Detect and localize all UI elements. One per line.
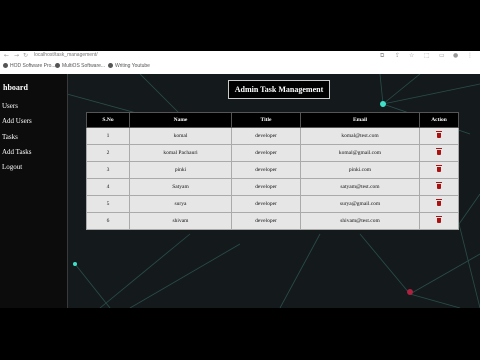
url-text[interactable]: localhost/task_management/ <box>34 52 98 58</box>
cell-title: developer <box>231 195 301 213</box>
browser-chrome: ← → ↻ localhost/task_management/ ⧉ ⇪ ☆ ⬚… <box>0 51 480 74</box>
table-row: 4 Satyam developer satyam@test.com <box>86 178 459 196</box>
sidebar-item-users[interactable]: Users <box>2 102 18 110</box>
cell-action <box>419 161 459 179</box>
globe-icon <box>108 63 113 69</box>
node-dot <box>407 289 413 295</box>
cell-email: satyam@test.com <box>300 178 420 196</box>
sidebar-title: hboard <box>3 83 28 92</box>
cell-action <box>419 195 459 213</box>
node-dot <box>73 262 77 266</box>
table-row: 1 komal developer komal@test.com <box>86 127 459 145</box>
cell-sno: 5 <box>86 195 130 213</box>
cell-email: komal@gmail.com <box>300 144 420 162</box>
bookmark-item[interactable]: Writing Youtube <box>108 63 150 70</box>
sidebar-item-add-tasks[interactable]: Add Tasks <box>2 148 32 156</box>
cell-name: Satyam <box>129 178 232 196</box>
cell-action <box>419 127 459 145</box>
app-area: hboard Users Add Users Tasks Add Tasks L… <box>0 74 480 308</box>
cell-action <box>419 178 459 196</box>
cell-title: developer <box>231 144 301 162</box>
bookmark-label: MultiOS Software... <box>62 63 106 69</box>
cell-sno: 2 <box>86 144 130 162</box>
bookmarks-bar: HOD Software Pro... MultiOS Software... … <box>0 62 480 72</box>
cell-sno: 6 <box>86 212 130 230</box>
sidebar-item-add-users[interactable]: Add Users <box>2 117 32 125</box>
cell-name: shivam <box>129 212 232 230</box>
reload-icon[interactable]: ↻ <box>23 52 28 59</box>
cell-action <box>419 144 459 162</box>
cell-sno: 3 <box>86 161 130 179</box>
share-icon[interactable]: ⇪ <box>395 52 400 59</box>
cell-email: shivam@test.com <box>300 212 420 230</box>
split-view-icon[interactable]: ▭ <box>439 52 445 59</box>
table-row: 6 shivam developer shivam@test.com <box>86 212 459 230</box>
cell-sno: 4 <box>86 178 130 196</box>
cell-email: komal@test.com <box>300 127 420 145</box>
column-header-title: Title <box>231 112 301 128</box>
cell-email: surya@gmail.com <box>300 195 420 213</box>
cell-title: developer <box>231 127 301 145</box>
table-row: 2 komal Pachauri developer komal@gmail.c… <box>86 144 459 162</box>
page-title: Admin Task Management <box>228 80 330 99</box>
delete-trash-icon[interactable] <box>436 199 442 207</box>
cell-name: komal Pachauri <box>129 144 232 162</box>
sidebar: hboard Users Add Users Tasks Add Tasks L… <box>0 74 68 308</box>
column-header-email: Email <box>300 112 420 128</box>
table-row: 5 surya developer surya@gmail.com <box>86 195 459 213</box>
cell-name: pinki <box>129 161 232 179</box>
column-header-name: Name <box>129 112 232 128</box>
cell-name: komal <box>129 127 232 145</box>
sidebar-item-tasks[interactable]: Tasks <box>2 133 18 141</box>
bookmark-label: Writing Youtube <box>115 63 150 69</box>
extensions-icon[interactable]: ⬚ <box>424 52 430 59</box>
delete-trash-icon[interactable] <box>436 131 442 139</box>
bookmark-item[interactable]: HOD Software Pro... <box>3 63 56 70</box>
profile-icon[interactable]: ● <box>453 52 458 59</box>
cell-email: pinki.com <box>300 161 420 179</box>
column-header-action: Action <box>419 112 459 128</box>
back-icon[interactable]: ← <box>4 52 9 59</box>
bookmark-label: HOD Software Pro... <box>10 63 56 69</box>
cell-sno: 1 <box>86 127 130 145</box>
delete-trash-icon[interactable] <box>436 148 442 156</box>
table-row: 3 pinki developer pinki.com <box>86 161 459 179</box>
cell-action <box>419 212 459 230</box>
menu-icon[interactable]: ⋮ <box>467 52 473 59</box>
forward-icon[interactable]: → <box>14 52 19 59</box>
translate-icon[interactable]: ⧉ <box>380 52 384 59</box>
cell-title: developer <box>231 161 301 179</box>
sidebar-item-logout[interactable]: Logout <box>2 163 22 171</box>
delete-trash-icon[interactable] <box>436 165 442 173</box>
tasks-table: S.No Name Title Email Action 1 komal dev… <box>86 112 459 230</box>
globe-icon <box>3 63 8 69</box>
address-bar[interactable]: ← → ↻ localhost/task_management/ ⧉ ⇪ ☆ ⬚… <box>0 51 480 61</box>
bookmark-item[interactable]: MultiOS Software... <box>55 63 105 70</box>
table-header-row: S.No Name Title Email Action <box>86 112 459 128</box>
bookmark-star-icon[interactable]: ☆ <box>409 52 414 59</box>
cell-title: developer <box>231 178 301 196</box>
column-header-sno: S.No <box>86 112 130 128</box>
cell-name: surya <box>129 195 232 213</box>
delete-trash-icon[interactable] <box>436 216 442 224</box>
node-dot <box>380 101 386 107</box>
globe-icon <box>55 63 60 69</box>
cell-title: developer <box>231 212 301 230</box>
delete-trash-icon[interactable] <box>436 182 442 190</box>
